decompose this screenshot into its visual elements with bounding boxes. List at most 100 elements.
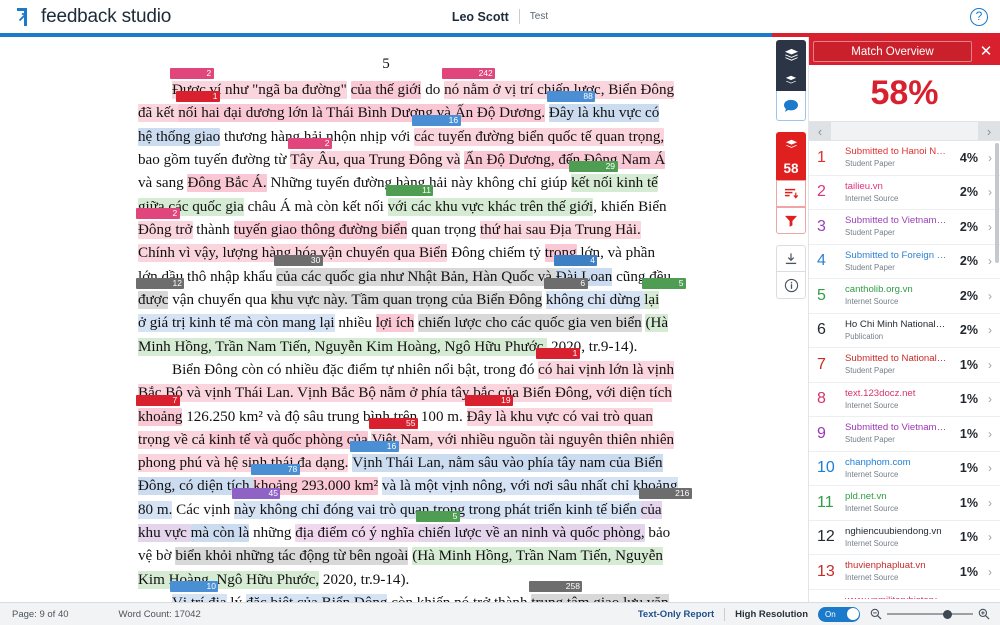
match-count-badge[interactable]: 58 (776, 157, 806, 180)
highlight-run[interactable]: khu vực này. Tầm quan trọng của Biển Đôn… (270, 290, 543, 309)
match-badge[interactable]: 45 (232, 487, 281, 499)
match-row[interactable]: 12 nghiencuubiendong.vn Internet Source 1% › (809, 521, 1000, 555)
match-badge[interactable]: 88 (546, 91, 596, 103)
match-badge[interactable]: 16 (412, 114, 461, 126)
chevron-right-icon[interactable]: › (984, 461, 996, 475)
match-source-title[interactable]: Submitted to National ... (845, 353, 947, 365)
highlight-run[interactable]: đặc biệt của Biển Đông (245, 594, 388, 602)
highlight-run[interactable]: 2 Tây Âu, qua Trung Đông và (288, 138, 461, 170)
zoom-slider[interactable] (887, 609, 973, 619)
grademark-button[interactable] (776, 69, 806, 91)
match-layers-button[interactable] (776, 132, 806, 157)
match-source-title[interactable]: nghiencuubiendong.vn (845, 526, 947, 538)
match-row[interactable]: 3 Submitted to Vietnam ... Student Paper 2%… (809, 210, 1000, 245)
match-source-title[interactable]: Submitted to Vietnam ... (845, 215, 947, 227)
comments-button[interactable] (776, 91, 806, 121)
match-badge[interactable]: 242 (442, 68, 496, 80)
match-badge[interactable]: 30 (274, 254, 323, 266)
match-source-title[interactable]: Submitted to Foreign Tr... (845, 250, 947, 262)
chevron-right-icon[interactable]: › (984, 496, 996, 510)
zoom-in-icon[interactable] (978, 608, 990, 620)
match-badge[interactable]: 2 (170, 68, 214, 80)
highlight-run[interactable]: thứ hai sau Địa Trung Hải. (479, 221, 641, 240)
highlight-run[interactable]: hệ thống giao (138, 127, 221, 146)
match-row[interactable]: 4 Submitted to Foreign Tr... Student Paper… (809, 245, 1000, 279)
highlight-run[interactable]: kinh tế và quốc phòng của (208, 430, 368, 449)
match-row[interactable]: 10 chanphom.com Internet Source 1% › (809, 452, 1000, 486)
highlight-run[interactable]: 16 các tuyến đường biển quốc tế quan trọn… (412, 114, 665, 146)
chevron-right-icon[interactable]: › (984, 392, 996, 406)
highlight-run[interactable]: tuyến giao thông đường biển (233, 221, 408, 240)
match-source-title[interactable]: thuvienphapluat.vn (845, 560, 947, 572)
high-resolution-toggle[interactable]: On (818, 606, 860, 622)
zoom-slider-knob[interactable] (943, 609, 952, 619)
match-list[interactable]: 1 Submitted to Hanoi Na... Student Paper 4%… (809, 141, 1000, 599)
match-source-title[interactable]: chanphom.com (845, 457, 947, 469)
match-badge[interactable]: 11 (385, 184, 434, 196)
filters-button[interactable] (776, 207, 806, 234)
zoom-out-icon[interactable] (870, 608, 882, 620)
highlight-run[interactable]: 5 lại (642, 277, 686, 309)
match-badge[interactable]: 4 (553, 254, 598, 266)
match-row[interactable]: 14 www.vnmilitaryhistory....Internet Sour… (809, 590, 1000, 599)
match-source-title[interactable]: pld.net.vn (845, 491, 947, 503)
chevron-right-icon[interactable]: › (984, 358, 996, 372)
match-badge[interactable]: 7 (136, 394, 180, 406)
match-badge[interactable]: 1 (176, 91, 220, 103)
match-source-title[interactable]: Submitted to Hanoi Na... (845, 146, 947, 158)
match-badge[interactable]: 5 (642, 277, 686, 289)
match-source-title[interactable]: tailieu.vn (845, 181, 947, 193)
match-badge[interactable]: 6 (543, 277, 588, 289)
highlight-run[interactable]: Đông Bắc Á. (187, 174, 267, 193)
match-badge[interactable]: 29 (569, 161, 618, 173)
highlight-run[interactable]: chiến lược cho các quốc gia ven biển (418, 314, 642, 333)
match-source-title[interactable]: Submitted to Vietnam ... (845, 422, 947, 434)
match-badge[interactable]: 55 (369, 417, 418, 429)
highlight-run[interactable]: 1 có hai vịnh lớn là vịnh Bắc Bộ và vịnh T… (138, 347, 675, 403)
chevron-right-icon[interactable]: › (984, 323, 996, 337)
chevron-right-icon[interactable]: › (984, 427, 996, 441)
chevron-right-icon[interactable]: › (984, 289, 996, 303)
highlight-run[interactable]: 6 không chỉ dừng (543, 277, 645, 309)
highlight-run[interactable]: 2 Đông trở (136, 208, 193, 240)
match-badge[interactable]: 16 (350, 441, 399, 453)
all-sources-button[interactable] (776, 180, 806, 207)
match-row[interactable]: 7 Submitted to National ... Student Paper 1… (809, 348, 1000, 383)
highlight-run[interactable]: 5 chiến lược về an ninh và quốc phòng, (416, 511, 645, 543)
match-badge[interactable]: 1 (536, 347, 580, 359)
highlight-run[interactable]: của thế giới (350, 81, 422, 100)
match-badge[interactable]: 2 (136, 208, 180, 220)
match-badge[interactable]: 12 (136, 277, 185, 289)
highlight-run[interactable]: lợi ích (375, 314, 415, 333)
highlight-run[interactable]: 12 được (136, 277, 185, 309)
highlight-run[interactable]: 30 của các quốc gia như Nhật Bản, Hàn Quố… (274, 254, 556, 286)
info-button[interactable] (776, 272, 806, 299)
match-source-title[interactable]: www.vnmilitaryhistory.... (845, 595, 947, 599)
match-badge[interactable]: 78 (251, 464, 300, 476)
match-badge[interactable]: 2 (288, 138, 332, 150)
match-badge[interactable]: 10 (170, 581, 219, 593)
next-page-arrow[interactable]: › (978, 122, 1000, 140)
match-badge[interactable]: 19 (464, 394, 514, 406)
panel-title[interactable]: Match Overview (813, 40, 972, 62)
highlight-run[interactable]: 1 nối hai đại dương lớn là Thái Bình Dươn… (176, 91, 546, 123)
help-icon[interactable]: ? (970, 8, 988, 26)
match-badge[interactable]: 5 (416, 511, 460, 523)
match-badge[interactable]: 258 (529, 581, 583, 593)
highlight-run[interactable]: ở giá trị kinh tế mà còn mang lại (138, 314, 335, 333)
highlight-run[interactable]: 29 kết nối kinh tế (569, 161, 658, 193)
match-row[interactable]: 8 text.123docz.net Internet Source 1% › (809, 383, 1000, 417)
highlight-run[interactable]: 11 với các khu vực khác trên thế giới (385, 184, 594, 216)
highlight-run[interactable]: biển khỏi những tác động từ bên ngoài (175, 547, 409, 566)
highlight-run[interactable]: đã kết (138, 104, 179, 123)
download-button[interactable] (776, 245, 806, 272)
match-badge[interactable]: 216 (638, 487, 692, 499)
highlight-run[interactable]: Ấn Độ Dương, đến Đông Nam Á (464, 151, 666, 170)
chevron-right-icon[interactable]: › (984, 565, 996, 579)
document-viewer[interactable]: 5 2 Được ví như "ngã ba đường" của thế gi… (0, 37, 772, 602)
highlight-run[interactable]: 88 Đây là khu vực có (546, 91, 660, 123)
match-row[interactable]: 13 thuvienphapluat.vn Internet Source 1% › (809, 555, 1000, 590)
match-source-title[interactable]: Ho Chi Minh National A... (845, 319, 947, 331)
match-source-title[interactable]: cantholib.org.vn (845, 284, 947, 296)
highlight-run[interactable]: 10Vị trí địa (170, 581, 227, 602)
